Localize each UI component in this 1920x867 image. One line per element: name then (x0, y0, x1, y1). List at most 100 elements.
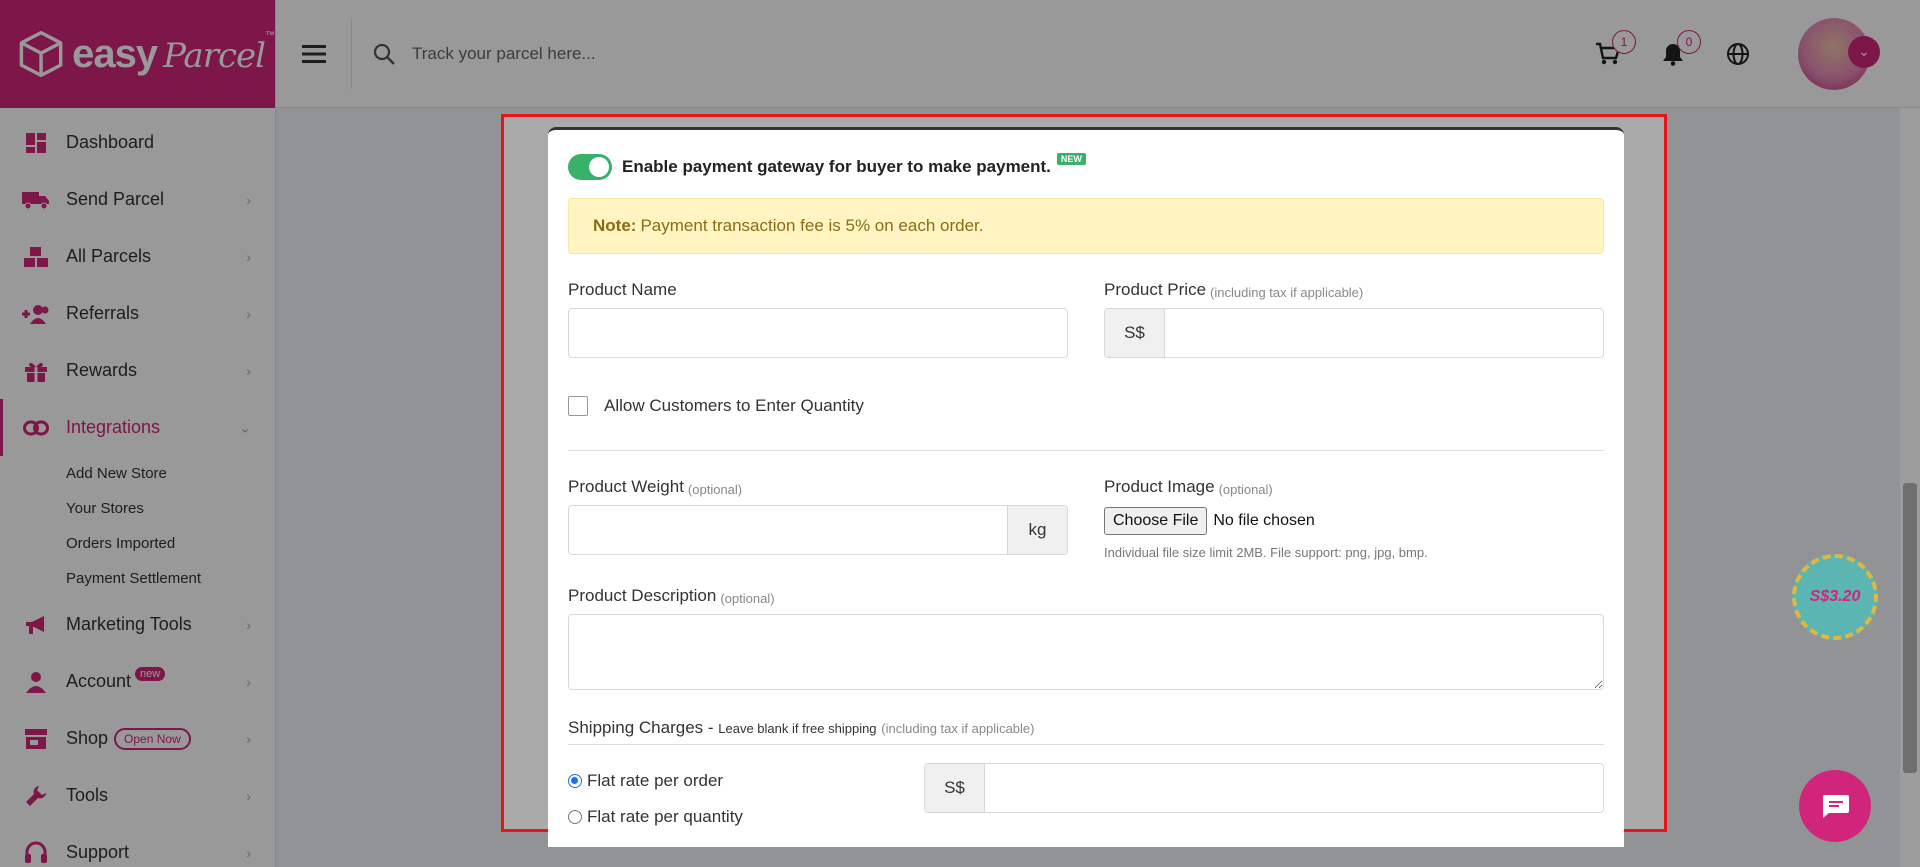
promo-badge[interactable]: S$3.20 (1792, 554, 1878, 640)
sidebar-item-label: Tools (66, 785, 109, 805)
product-weight-label: Product Weight (optional) (568, 477, 743, 497)
product-weight-group: Product Weight (optional) kg (568, 473, 1068, 560)
shipping-charges-label: Shipping Charges - Leave blank if free s… (568, 718, 1604, 745)
product-name-group: Product Name (568, 276, 1068, 358)
wrench-icon (22, 784, 50, 808)
shipping-charge-input[interactable] (985, 764, 1603, 812)
open-now-badge: Open Now (114, 727, 191, 750)
file-picker: Choose File No file chosen (1104, 505, 1604, 537)
truck-icon (22, 188, 50, 212)
search-bar (352, 42, 1563, 66)
sidebar-item-label: Send Parcel (66, 189, 165, 209)
note-text: Payment transaction fee is 5% on each or… (640, 216, 984, 235)
new-badge: NEW (1056, 153, 1086, 165)
product-weight-input[interactable] (569, 506, 1007, 554)
file-hint: Individual file size limit 2MB. File sup… (1104, 545, 1428, 560)
product-image-label: Product Image (optional) (1104, 477, 1273, 497)
box-logo-icon (19, 30, 63, 78)
sidebar-item-shop[interactable]: Shop Open Now › (0, 710, 275, 767)
sidebar-item-marketing-tools[interactable]: Marketing Tools › (0, 596, 275, 653)
sidebar-item-label: Support (66, 842, 130, 862)
submenu-payment-settlement[interactable]: Payment Settlement (66, 561, 275, 596)
chevron-right-icon: › (246, 191, 251, 208)
shipping-radio-group: Flat rate per order Flat rate per quanti… (568, 763, 924, 835)
sidebar-item-label: All Parcels (66, 246, 152, 266)
sidebar-item-label: Rewards (66, 360, 138, 380)
chat-button[interactable] (1799, 770, 1871, 842)
chevron-down-icon[interactable]: ⌄ (1848, 35, 1880, 68)
product-price-input[interactable] (1165, 309, 1603, 357)
name-price-row: Product Name Product Price (including tax… (568, 276, 1604, 358)
sidebar-item-account[interactable]: Account new › (0, 653, 275, 710)
weight-unit-addon: kg (1007, 506, 1067, 554)
sidebar-item-label: Referrals (66, 303, 140, 323)
radio-unselected[interactable] (568, 810, 582, 824)
submenu-orders-imported[interactable]: Orders Imported (66, 526, 275, 561)
avatar[interactable]: ⌄ (1798, 17, 1880, 90)
boxes-icon (22, 245, 50, 269)
globe-icon[interactable] (1718, 34, 1758, 74)
radio-selected[interactable] (568, 774, 582, 788)
radio-flat-rate-per-order[interactable]: Flat rate per order (568, 763, 924, 799)
logo-tm: ™ (265, 30, 275, 41)
sidebar-item-rewards[interactable]: Rewards › (0, 342, 275, 399)
sidebar-item-tools[interactable]: Tools › (0, 767, 275, 824)
sidebar-item-support[interactable]: Support › (0, 824, 275, 867)
shipping-charge-field: S$ (924, 763, 1604, 813)
currency-addon: S$ (925, 764, 985, 812)
sidebar-item-dashboard[interactable]: Dashboard (0, 114, 275, 171)
track-parcel-input[interactable] (412, 43, 812, 64)
allow-quantity-checkbox[interactable] (568, 396, 588, 416)
store-icon (22, 727, 50, 751)
logo[interactable]: easy Parcel ™ (0, 0, 275, 108)
weight-image-row: Product Weight (optional) kg Product Imag… (568, 473, 1604, 560)
sidebar-item-send-parcel[interactable]: Send Parcel › (0, 171, 275, 228)
shipping-row: Flat rate per order Flat rate per quanti… (568, 763, 1604, 835)
submenu-your-stores[interactable]: Your Stores (66, 491, 275, 526)
product-price-group: Product Price (including tax if applicabl… (1104, 276, 1604, 358)
divider (568, 450, 1604, 451)
chevron-right-icon: › (246, 305, 251, 322)
bell-icon[interactable]: 0 (1653, 29, 1701, 74)
scrollbar-thumb[interactable] (1903, 483, 1917, 773)
allow-quantity-row: Allow Customers to Enter Quantity (568, 394, 1604, 418)
logo-text: easy Parcel (72, 31, 266, 76)
currency-addon: S$ (1105, 309, 1165, 357)
chevron-right-icon: › (246, 787, 251, 804)
product-description-textarea[interactable] (568, 614, 1604, 690)
product-image-group: Product Image (optional) Choose File No f… (1104, 473, 1604, 560)
hamburger-menu-icon[interactable] (276, 18, 352, 89)
submenu-add-new-store[interactable]: Add New Store (66, 456, 275, 491)
gift-icon (22, 359, 50, 383)
payment-gateway-row: Enable payment gateway for buyer to make… (568, 152, 1604, 182)
scrollbar[interactable] (1900, 108, 1920, 867)
radio-flat-rate-per-quantity[interactable]: Flat rate per quantity (568, 799, 924, 835)
product-name-field (568, 308, 1068, 358)
top-icons: 1 0 ⌄ (1563, 17, 1880, 90)
choose-file-button[interactable]: Choose File (1104, 507, 1208, 535)
chevron-right-icon: › (246, 248, 251, 265)
sidebar-nav: Dashboard Send Parcel › All Parcels › Re… (0, 108, 275, 867)
payment-gateway-label: Enable payment gateway for buyer to make… (622, 157, 1051, 176)
new-badge: new (135, 666, 166, 681)
link-icon (22, 416, 50, 440)
sidebar-item-label: Dashboard (66, 132, 155, 152)
product-description-group: Product Description (optional) (568, 582, 1604, 690)
chevron-right-icon: › (246, 673, 251, 690)
payment-gateway-toggle[interactable] (568, 154, 612, 180)
product-name-input[interactable] (569, 309, 1067, 357)
sidebar-item-label: Marketing Tools (66, 614, 192, 634)
sidebar-item-label: Integrations (66, 417, 161, 437)
sidebar-item-referrals[interactable]: Referrals › (0, 285, 275, 342)
search-icon (373, 43, 395, 65)
product-price-label: Product Price (including tax if applicabl… (1104, 280, 1364, 300)
chevron-right-icon: › (246, 362, 251, 379)
chevron-right-icon: › (246, 844, 251, 861)
product-price-field: S$ (1104, 308, 1604, 358)
cart-count-badge: 1 (1612, 29, 1636, 54)
product-form-card: Enable payment gateway for buyer to make… (548, 127, 1624, 847)
product-weight-field: kg (568, 505, 1068, 555)
sidebar-item-all-parcels[interactable]: All Parcels › (0, 228, 275, 285)
cart-icon[interactable]: 1 (1588, 29, 1636, 74)
sidebar-item-integrations[interactable]: Integrations ⌄ (0, 399, 275, 456)
